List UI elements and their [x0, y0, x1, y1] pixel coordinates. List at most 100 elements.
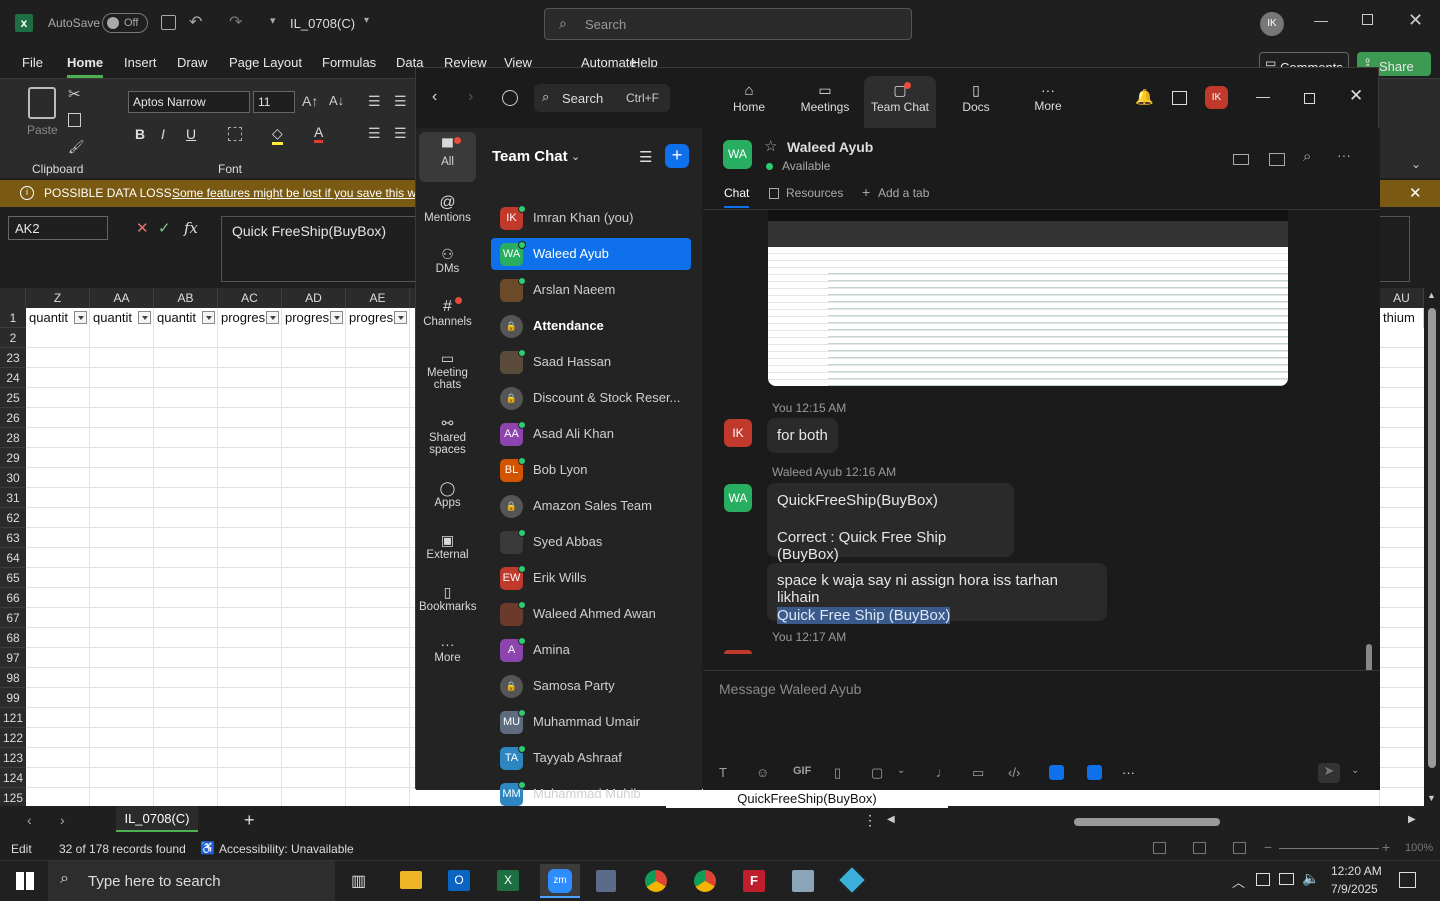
message-input[interactable]: Message Waleed Ayub [719, 681, 1359, 721]
bold-button[interactable]: B [135, 126, 145, 142]
page-layout-view-icon[interactable] [1193, 842, 1206, 854]
horizontal-scrollbar[interactable]: ◀ ▶ [884, 814, 1420, 830]
undo-icon[interactable]: ↶ [189, 12, 202, 32]
calendar-icon[interactable] [1172, 91, 1187, 105]
chrome-profile-icon[interactable] [694, 870, 716, 892]
header-cell[interactable]: quantit [90, 308, 154, 328]
rail-apps[interactable]: ◯ Apps [419, 476, 476, 524]
sheet-next-icon[interactable]: › [60, 812, 65, 828]
insert-function-icon[interactable]: fx [184, 219, 198, 237]
rail-bookmarks[interactable]: ▯ Bookmarks [419, 580, 477, 628]
horizontal-scroll-thumb[interactable] [1074, 818, 1220, 826]
align-center-icon[interactable]: ☰ [394, 125, 407, 142]
header-cell[interactable]: thium [1380, 308, 1424, 328]
shrink-font-icon[interactable]: A↓ [329, 93, 344, 108]
taskbar-search-box[interactable]: ⌕ Type here to search [48, 861, 335, 901]
row-header[interactable]: 62 [0, 508, 26, 528]
zoom-minimize-icon[interactable]: — [1256, 88, 1270, 104]
chat-header-avatar[interactable]: WA [723, 140, 752, 169]
send-options-icon[interactable]: ⌄ [1351, 765, 1359, 776]
app-icon[interactable] [792, 870, 814, 892]
align-top-icon[interactable]: ☰ [368, 93, 381, 110]
header-cell[interactable]: quantit [154, 308, 218, 328]
sheet-prev-icon[interactable]: ‹ [27, 812, 32, 828]
excel-search-box[interactable]: ⌕ Search [544, 8, 912, 40]
message-avatar[interactable]: WA [724, 484, 752, 512]
status-accessibility[interactable]: Accessibility: Unavailable [219, 842, 354, 856]
warning-close-icon[interactable]: ✕ [1409, 184, 1422, 202]
row-header[interactable]: 29 [0, 448, 26, 468]
row-header[interactable]: 65 [0, 568, 26, 588]
rail-more[interactable]: ··· More [419, 632, 476, 680]
autosave-toggle[interactable]: Off [102, 13, 148, 33]
align-middle-icon[interactable]: ☰ [394, 93, 407, 110]
menu-file[interactable]: File [22, 55, 43, 70]
forward-icon[interactable]: › [468, 88, 473, 106]
row-header[interactable]: 125 [0, 788, 26, 808]
back-icon[interactable]: ‹ [432, 88, 437, 106]
font-color-icon[interactable]: A [314, 124, 324, 143]
row-header[interactable]: 23 [0, 348, 26, 368]
taskbar-date[interactable]: 7/9/2025 [1331, 882, 1378, 896]
taskbar-time[interactable]: 12:20 AM [1331, 864, 1382, 878]
video-call-icon[interactable] [1233, 154, 1249, 165]
bell-icon[interactable]: 🔔 [1135, 88, 1154, 106]
contact-item[interactable]: 🔒 Amazon Sales Team [491, 490, 691, 522]
row-header[interactable]: 30 [0, 468, 26, 488]
contact-item[interactable]: TA Tayyab Ashraaf [491, 742, 691, 774]
contact-item[interactable]: A Amina [491, 634, 691, 666]
row-header[interactable]: 99 [0, 688, 26, 708]
chrome-icon[interactable] [645, 870, 667, 892]
hscroll-right-icon[interactable]: ▶ [1408, 814, 1416, 825]
file-icon[interactable]: ▯ [834, 765, 841, 781]
column-header[interactable]: AC [218, 288, 282, 308]
outlook-icon[interactable]: O [448, 870, 470, 891]
zoom-out-icon[interactable]: − [1264, 839, 1272, 855]
rail-dms[interactable]: ⚇ DMs [419, 242, 476, 290]
tab-resources[interactable]: Resources [786, 186, 843, 200]
screenshot-options-icon[interactable]: ⌄ [897, 765, 905, 776]
redo-icon[interactable]: ↷ [229, 12, 242, 32]
select-all-corner[interactable] [0, 288, 26, 308]
header-cell[interactable]: progres [346, 308, 410, 328]
zoom-maximize-icon[interactable] [1304, 93, 1315, 104]
italic-button[interactable]: I [161, 126, 165, 142]
chat-more-icon[interactable]: ··· [1337, 147, 1351, 163]
row-header[interactable]: 66 [0, 588, 26, 608]
zoom-taskbar-icon[interactable]: zm [540, 864, 580, 898]
excel-taskbar-icon[interactable]: X [497, 870, 519, 891]
align-left-icon[interactable]: ☰ [368, 125, 381, 142]
rail-all[interactable]: ▀ All [419, 132, 476, 182]
restore-icon[interactable] [1362, 14, 1373, 25]
chat-header-name[interactable]: Waleed Ayub [787, 139, 873, 155]
fill-color-icon[interactable]: ◇ [272, 125, 283, 145]
borders-icon[interactable] [228, 127, 242, 141]
row-header[interactable]: 31 [0, 488, 26, 508]
tab-split-handle-icon[interactable]: ⋮ [863, 812, 877, 829]
warning-message[interactable]: Some features might be lost if you save … [172, 186, 423, 200]
volume-icon[interactable]: 🔈 [1302, 870, 1319, 887]
row-header[interactable]: 26 [0, 408, 26, 428]
send-button[interactable]: ➤ [1318, 763, 1340, 783]
contact-item[interactable]: Syed Abbas [491, 526, 691, 558]
row-header[interactable]: 124 [0, 768, 26, 788]
header-cell[interactable]: quantit [26, 308, 90, 328]
app-blue-icon[interactable] [1049, 765, 1064, 780]
column-header[interactable]: AD [282, 288, 346, 308]
notification-icon[interactable] [1399, 872, 1416, 888]
scroll-up-icon[interactable]: ▲ [1427, 290, 1436, 300]
row-header[interactable]: 63 [0, 528, 26, 548]
nav-tab-team-chat[interactable]: ▢ Team Chat [864, 76, 936, 128]
row-header[interactable]: 67 [0, 608, 26, 628]
task-view-icon[interactable]: ▥ [351, 871, 366, 891]
paste-icon[interactable] [28, 87, 56, 119]
contact-item[interactable]: 🔒 Attendance [491, 310, 691, 342]
app-diamond-icon[interactable] [839, 867, 865, 893]
rail-mentions[interactable]: @ Mentions [419, 190, 476, 238]
message-bubble[interactable]: for both [767, 418, 838, 453]
rail-channels[interactable]: # Channels [419, 294, 476, 342]
contact-item[interactable]: AA Asad Ali Khan [491, 418, 691, 450]
history-icon[interactable] [502, 90, 518, 106]
code-snippet-icon[interactable]: ‹/› [1008, 765, 1020, 780]
menu-page-layout[interactable]: Page Layout [229, 55, 302, 70]
